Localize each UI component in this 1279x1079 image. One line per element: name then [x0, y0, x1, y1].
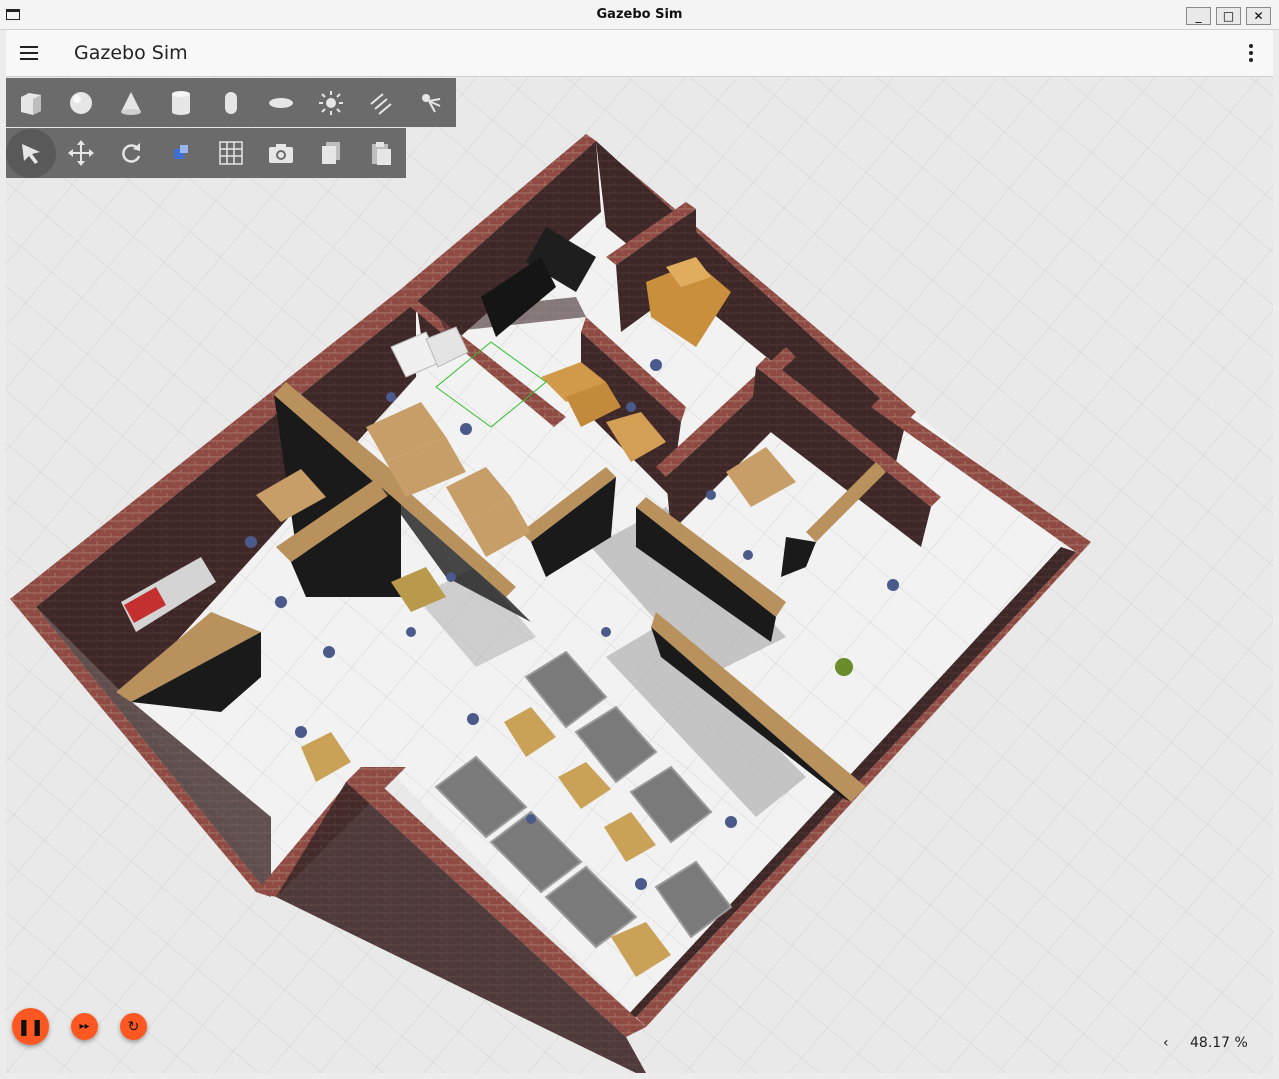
more-options-icon[interactable]: [1249, 44, 1253, 64]
close-button[interactable]: ✕: [1246, 7, 1271, 25]
screenshot-icon[interactable]: [256, 129, 306, 178]
shapes-toolbar: [6, 78, 456, 127]
reset-button[interactable]: ↻: [120, 1013, 147, 1040]
translate-icon[interactable]: [56, 129, 106, 178]
select-icon[interactable]: [6, 128, 56, 178]
real-time-factor: 48.17 %: [1190, 1035, 1248, 1051]
3d-viewport[interactable]: [6, 77, 1273, 1073]
capsule-icon[interactable]: [206, 78, 256, 127]
transform-gizmo-icon[interactable]: [156, 129, 206, 178]
minimize-button[interactable]: _: [1186, 7, 1211, 25]
step-button[interactable]: ▸▸: [71, 1013, 98, 1040]
box-icon[interactable]: [6, 78, 56, 127]
cylinder-icon[interactable]: [156, 78, 206, 127]
spot-light-icon[interactable]: [406, 78, 456, 127]
transform-toolbar: [6, 128, 406, 178]
copy-icon[interactable]: [306, 129, 356, 178]
rotate-icon[interactable]: [106, 129, 156, 178]
directional-light-icon[interactable]: [356, 78, 406, 127]
maximize-button[interactable]: □: [1216, 7, 1241, 25]
grid-snap-icon[interactable]: [206, 129, 256, 178]
window-title: Gazebo Sim: [596, 7, 683, 22]
scene-render[interactable]: [6, 77, 1273, 1073]
sphere-icon[interactable]: [56, 78, 106, 127]
app-title: Gazebo Sim: [74, 42, 188, 64]
app-bar: Gazebo Sim: [6, 30, 1273, 77]
menu-icon[interactable]: [20, 46, 38, 60]
collapse-stats-button[interactable]: ‹: [1163, 1035, 1169, 1051]
play-pause-button[interactable]: ❚❚: [12, 1008, 49, 1045]
ellipsoid-icon[interactable]: [256, 78, 306, 127]
point-light-icon[interactable]: [306, 78, 356, 127]
paste-icon[interactable]: [356, 129, 406, 178]
window-titlebar: Gazebo Sim _ □ ✕: [0, 0, 1279, 30]
cone-icon[interactable]: [106, 78, 156, 127]
